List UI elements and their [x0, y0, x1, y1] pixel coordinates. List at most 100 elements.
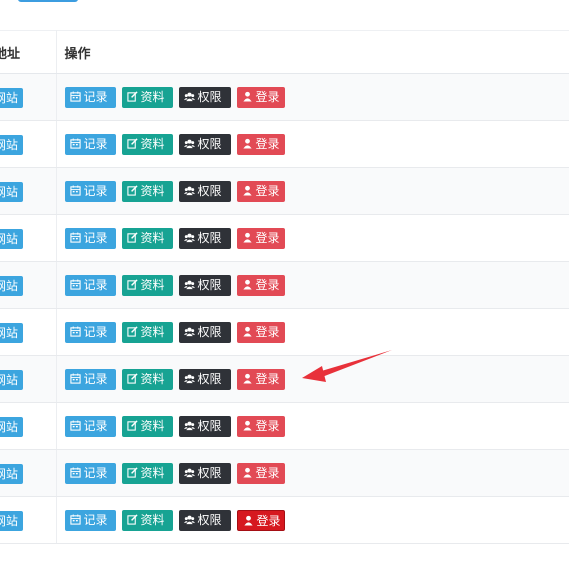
- profile-button[interactable]: 资料: [121, 180, 173, 202]
- edit-icon: [126, 90, 138, 102]
- permission-button[interactable]: 权限: [178, 462, 231, 484]
- login-label: 登录: [255, 183, 280, 198]
- site-link[interactable]: 网站: [0, 181, 24, 202]
- record-button[interactable]: 记录: [64, 415, 116, 437]
- record-button[interactable]: 记录: [64, 321, 116, 343]
- permission-button[interactable]: 权限: [178, 133, 231, 155]
- login-button[interactable]: 登录: [236, 509, 285, 531]
- permission-button[interactable]: 权限: [178, 368, 231, 390]
- site-link[interactable]: 网站: [0, 463, 24, 484]
- site-link[interactable]: 网站: [0, 87, 24, 108]
- record-label: 记录: [83, 89, 108, 104]
- calendar-icon: [69, 231, 81, 243]
- permission-label: 权限: [197, 418, 222, 433]
- site-link[interactable]: 网站: [0, 322, 24, 343]
- site-cell: 网站: [0, 308, 57, 356]
- permission-button[interactable]: 权限: [178, 415, 231, 437]
- profile-label: 资料: [140, 136, 165, 151]
- actions-cell: 记录 资料 权限 登录: [56, 402, 569, 450]
- table-row: 网站 记录 资料 权限 登录: [0, 308, 569, 356]
- edit-icon: [126, 513, 138, 525]
- permission-label: 权限: [197, 465, 222, 480]
- profile-button[interactable]: 资料: [121, 509, 173, 531]
- permission-button[interactable]: 权限: [178, 86, 231, 108]
- permission-button[interactable]: 权限: [178, 274, 231, 296]
- login-label: 登录: [255, 465, 280, 480]
- record-button[interactable]: 记录: [64, 133, 116, 155]
- record-button[interactable]: 记录: [64, 86, 116, 108]
- record-button[interactable]: 记录: [64, 227, 116, 249]
- record-button[interactable]: 记录: [64, 462, 116, 484]
- login-button[interactable]: 登录: [236, 180, 285, 202]
- profile-button[interactable]: 资料: [121, 133, 173, 155]
- site-cell: 网站: [0, 261, 57, 309]
- profile-button[interactable]: 资料: [121, 462, 173, 484]
- profile-button[interactable]: 资料: [121, 368, 173, 390]
- edit-icon: [126, 419, 138, 431]
- site-link[interactable]: 网站: [0, 416, 24, 437]
- permission-label: 权限: [197, 230, 222, 245]
- edit-icon: [126, 466, 138, 478]
- calendar-icon: [69, 513, 81, 525]
- actions-cell: 记录 资料 权限 登录: [56, 261, 569, 309]
- actions-cell: 记录 资料 权限 登录: [56, 73, 569, 121]
- record-label: 记录: [83, 324, 108, 339]
- profile-button[interactable]: 资料: [121, 415, 173, 437]
- record-label: 记录: [83, 371, 108, 386]
- login-button[interactable]: 登录: [236, 274, 285, 296]
- profile-button[interactable]: 资料: [121, 321, 173, 343]
- permission-label: 权限: [197, 183, 222, 198]
- calendar-icon: [69, 372, 81, 384]
- permission-button[interactable]: 权限: [178, 321, 231, 343]
- site-link[interactable]: 网站: [0, 369, 24, 390]
- actions-cell: 记录 资料 权限 登录: [56, 167, 569, 215]
- record-button[interactable]: 记录: [64, 180, 116, 202]
- login-button[interactable]: 登录: [236, 133, 285, 155]
- user-icon: [243, 515, 253, 526]
- site-link[interactable]: 网站: [0, 134, 24, 155]
- site-link[interactable]: 网站: [0, 510, 24, 531]
- profile-button[interactable]: 资料: [121, 227, 173, 249]
- user-icon: [242, 279, 252, 290]
- login-button[interactable]: 登录: [236, 86, 285, 108]
- site-link[interactable]: 网站: [0, 275, 24, 296]
- table-row: 网站 记录 资料 权限 登录: [0, 73, 569, 121]
- login-button[interactable]: 登录: [236, 321, 285, 343]
- edit-icon: [126, 231, 138, 243]
- record-button[interactable]: 记录: [64, 274, 116, 296]
- calendar-icon: [69, 419, 81, 431]
- permission-button[interactable]: 权限: [178, 180, 231, 202]
- table-row: 网站 记录 资料 权限 登录: [0, 449, 569, 497]
- users-icon: [183, 233, 195, 242]
- header-actions: 操作: [56, 30, 569, 74]
- table-row: 网站 记录 资料 权限 登录: [0, 120, 569, 168]
- login-button[interactable]: 登录: [236, 227, 285, 249]
- permission-label: 权限: [197, 277, 222, 292]
- record-label: 记录: [83, 183, 108, 198]
- table-header-row: 地址 操作: [0, 30, 569, 74]
- site-link[interactable]: 网站: [0, 228, 24, 249]
- site-cell: 网站: [0, 214, 57, 262]
- login-button[interactable]: 登录: [236, 415, 285, 437]
- login-label: 登录: [255, 230, 280, 245]
- profile-label: 资料: [140, 371, 165, 386]
- login-label: 登录: [255, 371, 280, 386]
- record-button[interactable]: 记录: [64, 368, 116, 390]
- calendar-icon: [69, 325, 81, 337]
- record-label: 记录: [83, 512, 108, 527]
- user-icon: [242, 467, 252, 478]
- permission-button[interactable]: 权限: [178, 227, 231, 249]
- profile-button[interactable]: 资料: [121, 86, 173, 108]
- calendar-icon: [69, 137, 81, 149]
- users-icon: [183, 515, 195, 524]
- top-button[interactable]: [18, 0, 78, 2]
- permission-button[interactable]: 权限: [178, 509, 231, 531]
- profile-button[interactable]: 资料: [121, 274, 173, 296]
- login-button[interactable]: 登录: [236, 368, 285, 390]
- login-button[interactable]: 登录: [236, 462, 285, 484]
- record-button[interactable]: 记录: [64, 509, 116, 531]
- site-cell: 网站: [0, 73, 57, 121]
- table-row: 网站 记录 资料 权限 登录: [0, 261, 569, 309]
- actions-cell: 记录 资料 权限 登录: [56, 120, 569, 168]
- record-label: 记录: [83, 136, 108, 151]
